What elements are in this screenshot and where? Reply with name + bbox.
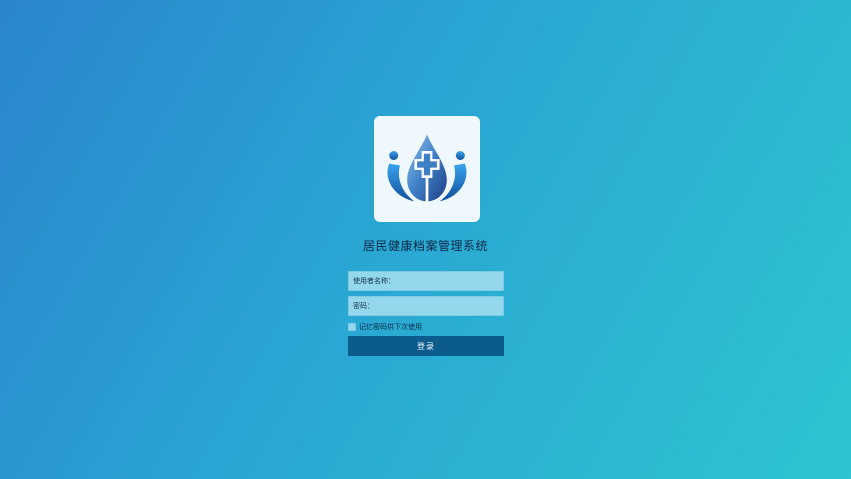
login-button[interactable]: 登录 [348,336,504,356]
password-label: 密码： [353,302,374,310]
blood-drop-medical-cross-icon [387,134,467,205]
password-field[interactable]: 密码： [348,296,504,316]
username-input[interactable] [395,272,503,290]
remember-checkbox[interactable] [348,323,356,331]
remember-password-option[interactable]: 记忆密码供下次使用 [348,322,422,332]
remember-label: 记忆密码供下次使用 [359,323,422,331]
app-title: 居民健康档案管理系统 [362,239,488,253]
app-logo [374,116,480,222]
username-field[interactable]: 使用者名称： [348,271,504,291]
username-label: 使用者名称： [353,277,395,285]
password-input[interactable] [374,297,503,315]
